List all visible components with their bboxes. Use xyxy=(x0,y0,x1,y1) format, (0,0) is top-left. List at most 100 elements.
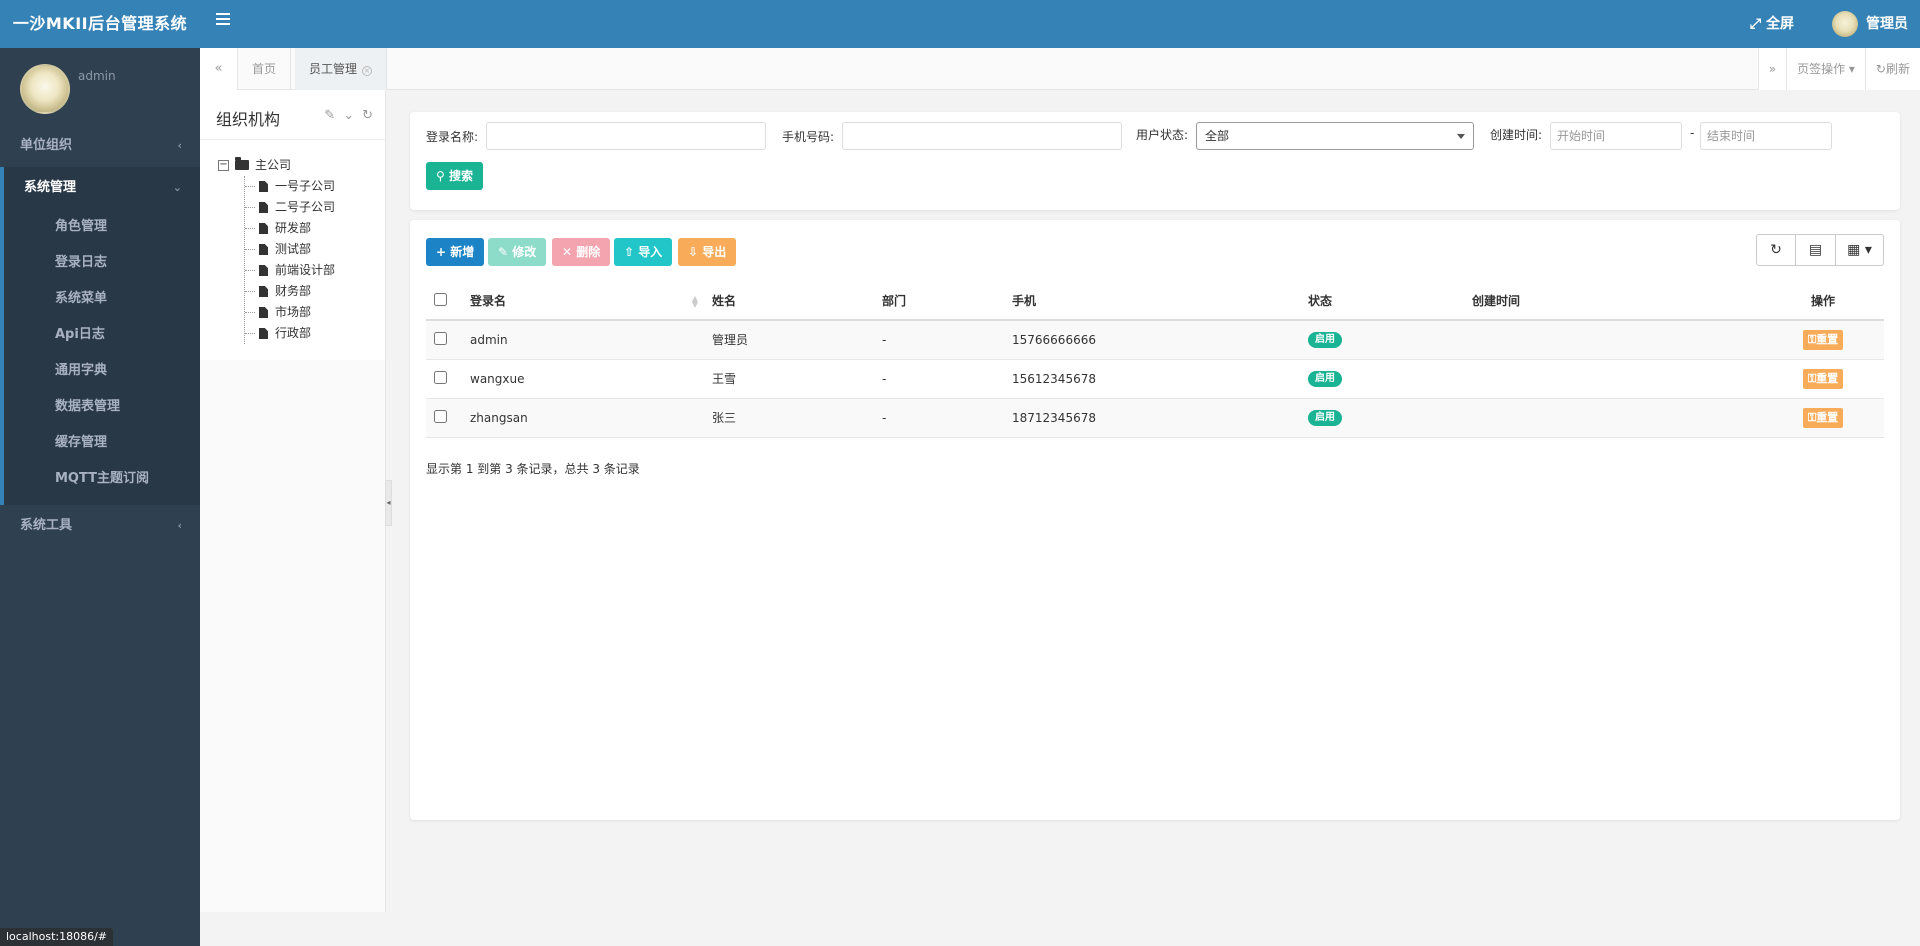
cell-name: 管理员 xyxy=(704,320,874,360)
sidebar-item-tools[interactable]: 系统工具 ‹ xyxy=(0,505,200,547)
status-select[interactable]: 全部 xyxy=(1196,122,1474,150)
search-button[interactable]: ⚲ 搜索 xyxy=(426,162,483,190)
sidebar-item-system[interactable]: 系统管理 ⌄ xyxy=(0,167,200,209)
tree-node-label: 研发部 xyxy=(275,221,312,235)
column-header: 操作 xyxy=(1754,282,1884,321)
sort-icon[interactable]: ▲ ▼ xyxy=(692,295,698,309)
user-label: 管理员 xyxy=(1866,16,1908,32)
refresh-button[interactable]: ↻刷新 xyxy=(1864,48,1920,90)
columns-icon[interactable]: ▦ ▾ xyxy=(1836,234,1884,266)
tree-node[interactable]: 市场部 xyxy=(245,302,385,323)
table-row[interactable]: admin 管理员 - 15766666666 启用 ⚿重置 xyxy=(426,320,1884,360)
page-ops-button[interactable]: 页签操作 ▾ xyxy=(1786,48,1865,90)
status-badge: 启用 xyxy=(1308,410,1342,426)
date-range-dash: - xyxy=(1690,126,1695,140)
end-time-input[interactable] xyxy=(1700,122,1832,150)
file-icon xyxy=(259,181,268,192)
submenu-item-login-log[interactable]: 登录日志 xyxy=(4,245,200,281)
file-icon xyxy=(259,286,268,297)
file-icon xyxy=(259,307,268,318)
column-header: 创建时间 xyxy=(1464,282,1754,321)
tab-employee[interactable]: 员工管理 × xyxy=(295,48,388,90)
submenu-item-tables[interactable]: 数据表管理 xyxy=(4,389,200,425)
chevron-down-icon[interactable]: ⌄ xyxy=(343,108,354,123)
tree-node[interactable]: 二号子公司 xyxy=(245,197,385,218)
upload-icon: ⇧ xyxy=(624,245,635,259)
table-header-row: 登录名 ▲ ▼ 姓名 部门 手机 状态 创建时间 操作 xyxy=(426,282,1884,321)
caret-down-icon xyxy=(1457,134,1465,139)
export-button[interactable]: ⇩ 导出 xyxy=(678,238,737,266)
tab-scroll-left-icon[interactable]: « xyxy=(200,48,238,90)
org-title: 组织机构 xyxy=(216,110,281,129)
tree-root-label: 主公司 xyxy=(255,158,292,172)
refresh-icon[interactable]: ↻ xyxy=(362,108,373,123)
start-time-input[interactable] xyxy=(1550,122,1682,150)
tree-node[interactable]: 测试部 xyxy=(245,239,385,260)
org-header: 组织机构 ✎ ⌄ ↻ xyxy=(200,90,385,140)
table-row[interactable]: zhangsan 张三 - 18712345678 启用 ⚿重置 xyxy=(426,398,1884,438)
user-menu[interactable]: 管理员 xyxy=(1832,0,1908,48)
tree-node[interactable]: 研发部 xyxy=(245,218,385,239)
edit-icon[interactable]: ✎ xyxy=(324,108,335,123)
tree-root[interactable]: − 主公司 xyxy=(218,154,385,176)
row-checkbox[interactable] xyxy=(434,409,447,423)
add-button[interactable]: + 新增 xyxy=(426,238,485,266)
cell-status: 启用 xyxy=(1300,398,1464,438)
collapse-icon[interactable]: − xyxy=(218,159,229,171)
sidebar-item-label: 系统管理 xyxy=(24,180,77,195)
status-badge: 启用 xyxy=(1308,332,1342,349)
phone-input[interactable] xyxy=(842,122,1122,150)
org-tree: − 主公司 一号子公司 二号子公司 研发部 测试部 前端设计部 财务部 市场部 … xyxy=(200,140,385,360)
reset-label: 重置 xyxy=(1816,332,1839,346)
reset-button[interactable]: ⚿重置 xyxy=(1802,329,1844,350)
submenu-item-mqtt[interactable]: MQTT主题订阅 xyxy=(4,461,200,497)
tab-home[interactable]: 首页 xyxy=(238,48,292,90)
avatar[interactable] xyxy=(20,64,70,114)
status-badge: 启用 xyxy=(1308,371,1342,387)
cell-phone: 18712345678 xyxy=(1004,398,1300,438)
page-ops-label: 页签操作 xyxy=(1797,62,1846,76)
folder-open-icon xyxy=(235,157,249,170)
tree-node[interactable]: 前端设计部 xyxy=(245,260,385,281)
submenu-item-cache[interactable]: 缓存管理 xyxy=(4,425,200,461)
sidebar-item-label: 单位组织 xyxy=(20,138,73,153)
reset-button[interactable]: ⚿重置 xyxy=(1802,407,1844,428)
table-row[interactable]: wangxue 王雪 - 15612345678 启用 ⚿重置 xyxy=(426,359,1884,399)
profile-block: admin xyxy=(0,48,200,125)
row-checkbox[interactable] xyxy=(434,331,447,345)
row-checkbox[interactable] xyxy=(434,370,447,384)
tab-scroll-right-icon[interactable]: » xyxy=(1757,48,1787,90)
tree-node[interactable]: 财务部 xyxy=(245,281,385,302)
login-name-input[interactable] xyxy=(486,122,766,150)
close-icon[interactable]: × xyxy=(362,66,373,76)
cell-phone: 15612345678 xyxy=(1004,359,1300,399)
submenu-item-role[interactable]: 角色管理 xyxy=(4,209,200,245)
panel-collapse-handle[interactable]: ◂ xyxy=(385,480,392,526)
import-button[interactable]: ⇧ 导入 xyxy=(614,238,673,266)
reset-button[interactable]: ⚿重置 xyxy=(1802,368,1844,389)
submenu-item-dict[interactable]: 通用字典 xyxy=(4,353,200,389)
edit-button[interactable]: ✎ 修改 xyxy=(488,238,547,266)
select-all-checkbox[interactable] xyxy=(434,292,447,306)
submenu-item-menu[interactable]: 系统菜单 xyxy=(4,281,200,317)
file-icon xyxy=(259,244,268,255)
column-header[interactable]: 登录名 ▲ ▼ xyxy=(462,282,704,321)
cell-created xyxy=(1464,398,1754,438)
search-button-label: 搜索 xyxy=(448,169,473,183)
refresh-icon[interactable]: ↻ xyxy=(1756,234,1796,266)
toggle-view-icon[interactable]: ▤ xyxy=(1796,234,1836,266)
tree-node[interactable]: 一号子公司 xyxy=(245,176,385,197)
cell-name: 张三 xyxy=(704,398,874,438)
cell-action: ⚿重置 xyxy=(1754,359,1884,399)
delete-button[interactable]: ✕ 删除 xyxy=(552,238,611,266)
search-form: 登录名称: 手机号码: 用户状态: 全部 创建时间: - ⚲ 搜索 xyxy=(410,112,1900,210)
submenu-item-api-log[interactable]: Api日志 xyxy=(4,317,200,353)
export-label: 导出 xyxy=(702,245,727,259)
tree-node-label: 行政部 xyxy=(275,326,312,340)
top-navbar: 一沙MKII后台管理系统 ⤢ 全屏 管理员 xyxy=(0,0,1920,48)
menu-toggle-icon[interactable] xyxy=(216,13,230,25)
tree-node[interactable]: 行政部 xyxy=(245,323,385,344)
column-header: 手机 xyxy=(1004,282,1300,321)
fullscreen-button[interactable]: ⤢ 全屏 xyxy=(1750,0,1794,48)
sidebar-item-org[interactable]: 单位组织 ‹ xyxy=(0,125,200,167)
